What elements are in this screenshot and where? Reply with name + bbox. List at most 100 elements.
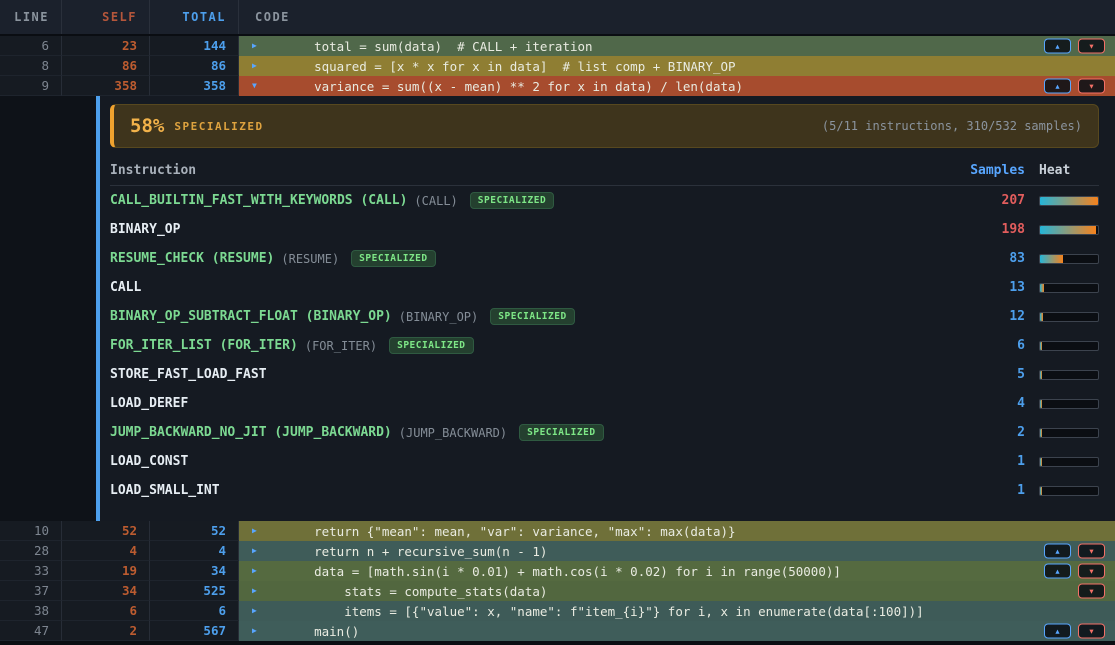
code-text: return {"mean": mean, "var": variance, "…: [284, 524, 736, 539]
expand-icon[interactable]: ▶: [252, 601, 261, 621]
collapse-icon[interactable]: ▼: [252, 76, 261, 96]
code-row: 88686▶ squared = [x * x for x in data] #…: [0, 56, 1115, 76]
expand-icon[interactable]: ▶: [252, 521, 261, 541]
code-row: 105252▶ return {"mean": mean, "var": var…: [0, 521, 1115, 541]
nav-up-button[interactable]: ▲: [1044, 39, 1071, 54]
samples-count: 1: [955, 454, 1025, 469]
heat-bar-fill: [1040, 429, 1042, 437]
line-number-cell: 6: [0, 36, 62, 56]
code-cell[interactable]: ▶ items = [{"value": x, "name": f"item_{…: [239, 601, 1115, 621]
instruction-name-group: BINARY_OP: [110, 222, 955, 237]
column-header-samples: Samples: [955, 163, 1025, 178]
instruction-name: CALL: [110, 280, 141, 295]
line-number-cell: 37: [0, 581, 62, 601]
nav-up-button[interactable]: ▲: [1044, 624, 1071, 639]
row-nav-buttons: ▼: [1078, 584, 1105, 599]
instruction-row: STORE_FAST_LOAD_FAST 5: [110, 360, 1099, 389]
nav-down-button[interactable]: ▼: [1078, 584, 1105, 599]
total-samples-cell: 358: [150, 76, 239, 96]
nav-down-button[interactable]: ▼: [1078, 564, 1105, 579]
code-text: data = [math.sin(i * 0.01) + math.cos(i …: [284, 564, 841, 579]
self-samples-cell: 86: [62, 56, 150, 76]
nav-down-button[interactable]: ▼: [1078, 544, 1105, 559]
instruction-base-opcode: (CALL): [414, 194, 457, 208]
code-row: 9358358▼ variance = sum((x - mean) ** 2 …: [0, 76, 1115, 96]
code-text: items = [{"value": x, "name": f"item_{i}…: [284, 604, 924, 619]
code-cell[interactable]: ▶ squared = [x * x for x in data] # list…: [239, 56, 1115, 76]
expand-icon[interactable]: ▶: [252, 561, 261, 581]
instruction-row: BINARY_OP_SUBTRACT_FLOAT (BINARY_OP)(BIN…: [110, 302, 1099, 331]
heat-bar-fill: [1040, 313, 1043, 321]
samples-count: 207: [955, 193, 1025, 208]
total-samples-cell: 525: [150, 581, 239, 601]
line-number-cell: 9: [0, 76, 62, 96]
expand-icon[interactable]: ▶: [252, 621, 261, 641]
expand-icon[interactable]: ▶: [252, 56, 261, 76]
instruction-name: LOAD_SMALL_INT: [110, 483, 220, 498]
heat-bar: [1039, 254, 1099, 264]
instruction-name-group: LOAD_SMALL_INT: [110, 483, 955, 498]
self-samples-cell: 4: [62, 541, 150, 561]
code-text: variance = sum((x - mean) ** 2 for x in …: [284, 79, 743, 94]
code-text: main(): [284, 624, 359, 639]
heat-bar-fill: [1040, 487, 1042, 495]
instruction-name: STORE_FAST_LOAD_FAST: [110, 367, 267, 382]
nav-down-button[interactable]: ▼: [1078, 39, 1105, 54]
expand-icon[interactable]: ▶: [252, 36, 261, 56]
instruction-name: JUMP_BACKWARD_NO_JIT (JUMP_BACKWARD): [110, 425, 392, 440]
heat-bar-fill: [1040, 458, 1042, 466]
samples-count: 4: [955, 396, 1025, 411]
code-row: 331934▶ data = [math.sin(i * 0.01) + mat…: [0, 561, 1115, 581]
code-cell[interactable]: ▶ return {"mean": mean, "var": variance,…: [239, 521, 1115, 541]
nav-up-button[interactable]: ▲: [1044, 564, 1071, 579]
heat-bar-fill: [1040, 342, 1042, 350]
column-header-instruction: Instruction: [110, 163, 955, 178]
code-cell[interactable]: ▶ total = sum(data) # CALL + iteration▲▼: [239, 36, 1115, 56]
code-cell[interactable]: ▶ data = [math.sin(i * 0.01) + math.cos(…: [239, 561, 1115, 581]
specialized-percent: 58%: [130, 115, 164, 137]
code-rows-below: 105252▶ return {"mean": mean, "var": var…: [0, 521, 1115, 641]
heat-bar: [1039, 283, 1099, 293]
samples-count: 198: [955, 222, 1025, 237]
samples-count: 5: [955, 367, 1025, 382]
row-nav-buttons: ▲▼: [1044, 544, 1105, 559]
specialized-badge: SPECIALIZED: [519, 424, 603, 441]
code-text: squared = [x * x for x in data] # list c…: [284, 59, 736, 74]
nav-down-button[interactable]: ▼: [1078, 624, 1105, 639]
code-rows-above: 623144▶ total = sum(data) # CALL + itera…: [0, 36, 1115, 96]
samples-count: 13: [955, 280, 1025, 295]
instruction-base-opcode: (BINARY_OP): [399, 310, 478, 324]
row-nav-buttons: ▲▼: [1044, 79, 1105, 94]
heat-bar-fill: [1040, 197, 1098, 205]
code-cell[interactable]: ▶ stats = compute_stats(data) ▼: [239, 581, 1115, 601]
line-detail-panel: 58% SPECIALIZED (5/11 instructions, 310/…: [0, 96, 1115, 521]
instruction-name-group: RESUME_CHECK (RESUME)(RESUME)SPECIALIZED: [110, 250, 955, 267]
samples-count: 2: [955, 425, 1025, 440]
code-cell[interactable]: ▶ return n + recursive_sum(n - 1)▲▼: [239, 541, 1115, 561]
code-row: 2844▶ return n + recursive_sum(n - 1)▲▼: [0, 541, 1115, 561]
nav-up-button[interactable]: ▲: [1044, 79, 1071, 94]
heat-bar: [1039, 399, 1099, 409]
specialized-badge: SPECIALIZED: [470, 192, 554, 209]
code-cell[interactable]: ▶ main() ▲ ▼: [239, 621, 1115, 641]
nav-up-button[interactable]: ▲: [1044, 544, 1071, 559]
instruction-name: BINARY_OP: [110, 222, 180, 237]
instruction-name: RESUME_CHECK (RESUME): [110, 251, 274, 266]
expand-icon[interactable]: ▶: [252, 541, 261, 561]
column-header-line: LINE: [0, 0, 62, 34]
code-cell[interactable]: ▼ variance = sum((x - mean) ** 2 for x i…: [239, 76, 1115, 96]
expand-icon[interactable]: ▶: [252, 581, 261, 601]
instruction-name: FOR_ITER_LIST (FOR_ITER): [110, 338, 298, 353]
instruction-name: LOAD_DEREF: [110, 396, 188, 411]
column-header-heat: Heat: [1039, 163, 1099, 178]
instruction-name-group: FOR_ITER_LIST (FOR_ITER)(FOR_ITER)SPECIA…: [110, 337, 955, 354]
instruction-name-group: STORE_FAST_LOAD_FAST: [110, 367, 955, 382]
panel-content: 58% SPECIALIZED (5/11 instructions, 310/…: [100, 96, 1115, 521]
code-text: stats = compute_stats(data): [284, 584, 547, 599]
heat-bar-fill: [1040, 284, 1044, 292]
bottom-strip: [0, 641, 1115, 645]
specialized-badge: SPECIALIZED: [389, 337, 473, 354]
instruction-base-opcode: (RESUME): [281, 252, 339, 266]
nav-down-button[interactable]: ▼: [1078, 79, 1105, 94]
self-samples-cell: 19: [62, 561, 150, 581]
